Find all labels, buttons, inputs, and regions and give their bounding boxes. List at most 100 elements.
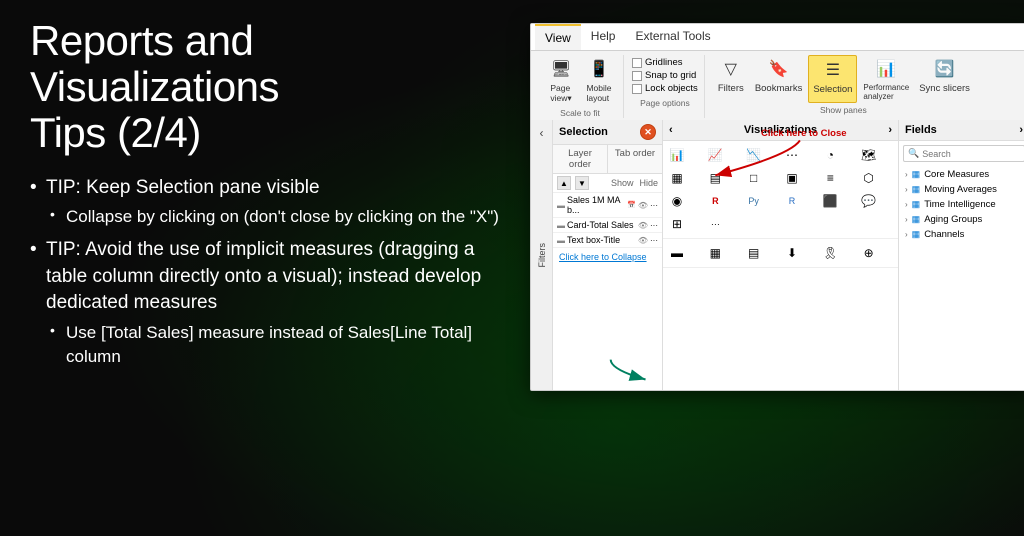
- viz-icon-multi[interactable]: ▣: [781, 167, 803, 189]
- ribbon-tabs: View Help External Tools: [531, 24, 1024, 51]
- viz-icon-kpi[interactable]: R: [704, 190, 726, 212]
- viz-icon-gauge[interactable]: ◉: [666, 190, 688, 212]
- list-item: TIP: Avoid the use of implicit measures …: [30, 237, 510, 368]
- table-icon: ▦: [912, 199, 921, 210]
- tab-external-tools[interactable]: External Tools: [625, 24, 720, 50]
- item-name: Sales 1M MA b...: [567, 195, 625, 215]
- viz-icon-stacked[interactable]: ▦: [704, 242, 726, 264]
- left-text-panel: Reports and Visualizations Tips (2/4) TI…: [30, 18, 510, 526]
- viz-icon-pie[interactable]: ◔: [819, 144, 841, 166]
- sub-list-item: Collapse by clicking on (don't close by …: [46, 205, 510, 229]
- sub-list-item: Use [Total Sales] measure instead of Sal…: [46, 321, 510, 369]
- performance-analyzer-button[interactable]: 📊 Performanceanalyzer: [859, 55, 913, 103]
- pane-tabs: Layer order Tab order: [553, 145, 662, 174]
- viz-icon-scatter[interactable]: ⋯: [781, 144, 803, 166]
- viz-icon-more[interactable]: ···: [704, 213, 726, 235]
- sync-icon: 🔄: [933, 57, 957, 81]
- group-name: Aging Groups: [924, 214, 982, 225]
- bullet-text: TIP: Keep Selection pane visible: [46, 177, 320, 198]
- viz-icon-r[interactable]: R: [781, 190, 803, 212]
- table-icon: ▦: [912, 214, 921, 225]
- viz-icon-funnel[interactable]: ⬡: [858, 167, 880, 189]
- main-area: Click here to Close Filters Selection ✕ …: [531, 120, 1024, 390]
- item-icon: ▬: [557, 221, 565, 230]
- viz-icon-bar[interactable]: 📊: [666, 144, 688, 166]
- date-badge: 📅: [627, 201, 636, 209]
- fields-group-channels[interactable]: › ▦ Channels: [903, 227, 1024, 242]
- item-icon: ▬: [557, 236, 565, 245]
- viz-icon-line[interactable]: 📈: [704, 144, 726, 166]
- eye-icon: 👁: [638, 236, 648, 245]
- tab-view[interactable]: View: [535, 24, 581, 50]
- viz-icon-clustered[interactable]: ▬: [666, 242, 688, 264]
- ribbon-content: 🖥 Pageview▾ 📱 Mobilelayout Scale to fit: [531, 51, 1024, 120]
- up-arrow-button[interactable]: ▲: [557, 176, 571, 190]
- ribbon-group-page-options: Gridlines Snap to grid Lock objects Page…: [626, 55, 705, 118]
- viz-icon-custom3[interactable]: ⊞: [666, 213, 688, 235]
- gridlines-checkbox[interactable]: Gridlines: [632, 57, 698, 68]
- lock-label: Lock objects: [645, 83, 698, 94]
- viz-icon-matrix[interactable]: ▤: [704, 167, 726, 189]
- snap-to-grid-checkbox[interactable]: Snap to grid: [632, 70, 698, 81]
- sync-slicers-button[interactable]: 🔄 Sync slicers: [915, 55, 974, 103]
- list-item: TIP: Keep Selection pane visible Collaps…: [30, 175, 510, 229]
- search-icon: 🔍: [908, 148, 919, 159]
- viz-icon-decomp[interactable]: ⊕: [858, 242, 880, 264]
- bookmarks-button[interactable]: 🔖 Bookmarks: [751, 55, 807, 103]
- fields-group-moving-averages[interactable]: › ▦ Moving Averages: [903, 182, 1024, 197]
- right-panel: View Help External Tools 🖥 Pageview▾ 📱: [530, 18, 1024, 526]
- tab-order-tab[interactable]: Tab order: [608, 145, 662, 173]
- snap-label: Snap to grid: [645, 70, 696, 81]
- viz-icon-slicer[interactable]: ≡: [819, 167, 841, 189]
- viz-icon-custom1[interactable]: ⬛: [819, 190, 841, 212]
- down-arrow-button[interactable]: ▼: [575, 176, 589, 190]
- table-icon: ▦: [912, 229, 921, 240]
- fields-search-box[interactable]: 🔍: [903, 145, 1024, 162]
- lock-objects-checkbox[interactable]: Lock objects: [632, 83, 698, 94]
- page-options-label: Page options: [640, 98, 690, 108]
- ribbon-group-scale: 🖥 Pageview▾ 📱 Mobilelayout Scale to fit: [537, 55, 624, 118]
- fields-group-aging[interactable]: › ▦ Aging Groups: [903, 212, 1024, 227]
- collapse-link[interactable]: Click here to Collapse: [553, 248, 662, 266]
- group-name: Core Measures: [924, 169, 989, 180]
- visualizations-pane: ‹ Visualizations › 📊 📈 📉 ⋯ ◔ 🗺 ▦ ▤: [663, 120, 899, 390]
- search-input[interactable]: [922, 149, 1002, 159]
- viz-icon-custom2[interactable]: 💬: [858, 190, 880, 212]
- hide-label: Hide: [639, 178, 658, 188]
- selection-close-button[interactable]: ✕: [640, 124, 656, 140]
- table-icon: ▦: [912, 184, 921, 195]
- layer-order-tab[interactable]: Layer order: [553, 145, 608, 173]
- mobile-layout-button[interactable]: 📱 Mobilelayout: [581, 55, 617, 106]
- viz-icon-py[interactable]: Py: [743, 190, 765, 212]
- filters-sidebar[interactable]: Filters: [531, 120, 553, 390]
- viz-icon-card[interactable]: □: [743, 167, 765, 189]
- viz-icon-table[interactable]: ▦: [666, 167, 688, 189]
- page-view-button[interactable]: 🖥 Pageview▾: [543, 55, 579, 106]
- checkbox-box: [632, 58, 642, 68]
- viz-icon-ribbon[interactable]: 🎗: [819, 242, 841, 264]
- viz-icon-area[interactable]: 📉: [743, 144, 765, 166]
- checkbox-box: [632, 84, 642, 94]
- viz-icon-map[interactable]: 🗺: [858, 144, 880, 166]
- sub-bullet-text: Collapse by clicking on (don't close by …: [66, 207, 499, 226]
- fields-header: Fields ›: [899, 120, 1024, 141]
- tab-help[interactable]: Help: [581, 24, 626, 50]
- group-name: Channels: [924, 229, 964, 240]
- item-name: Text box-Title: [567, 235, 620, 245]
- more-icon: ···: [650, 236, 658, 245]
- bullet-list: TIP: Keep Selection pane visible Collaps…: [30, 175, 510, 369]
- filters-button[interactable]: ▽ Filters: [713, 55, 749, 103]
- eye-icon: 👁: [638, 201, 648, 210]
- selection-button[interactable]: ☰ Selection: [808, 55, 857, 103]
- viz-icon-waterfall[interactable]: ⬇: [781, 242, 803, 264]
- fields-group-time-intelligence[interactable]: › ▦ Time Intelligence: [903, 197, 1024, 212]
- table-icon: ▦: [912, 169, 921, 180]
- expand-arrow: ›: [905, 200, 908, 209]
- more-icon: ···: [650, 201, 658, 210]
- selection-item-3[interactable]: ▬ Text box-Title 👁 ···: [553, 233, 662, 248]
- selection-item-2[interactable]: ▬ Card-Total Sales 👁 ···: [553, 218, 662, 233]
- scale-group-label: Scale to fit: [560, 108, 600, 118]
- viz-icon-100pct[interactable]: ▤: [743, 242, 765, 264]
- fields-group-core-measures[interactable]: › ▦ Core Measures: [903, 167, 1024, 182]
- selection-item-1[interactable]: ▬ Sales 1M MA b... 📅 👁 ···: [553, 193, 662, 218]
